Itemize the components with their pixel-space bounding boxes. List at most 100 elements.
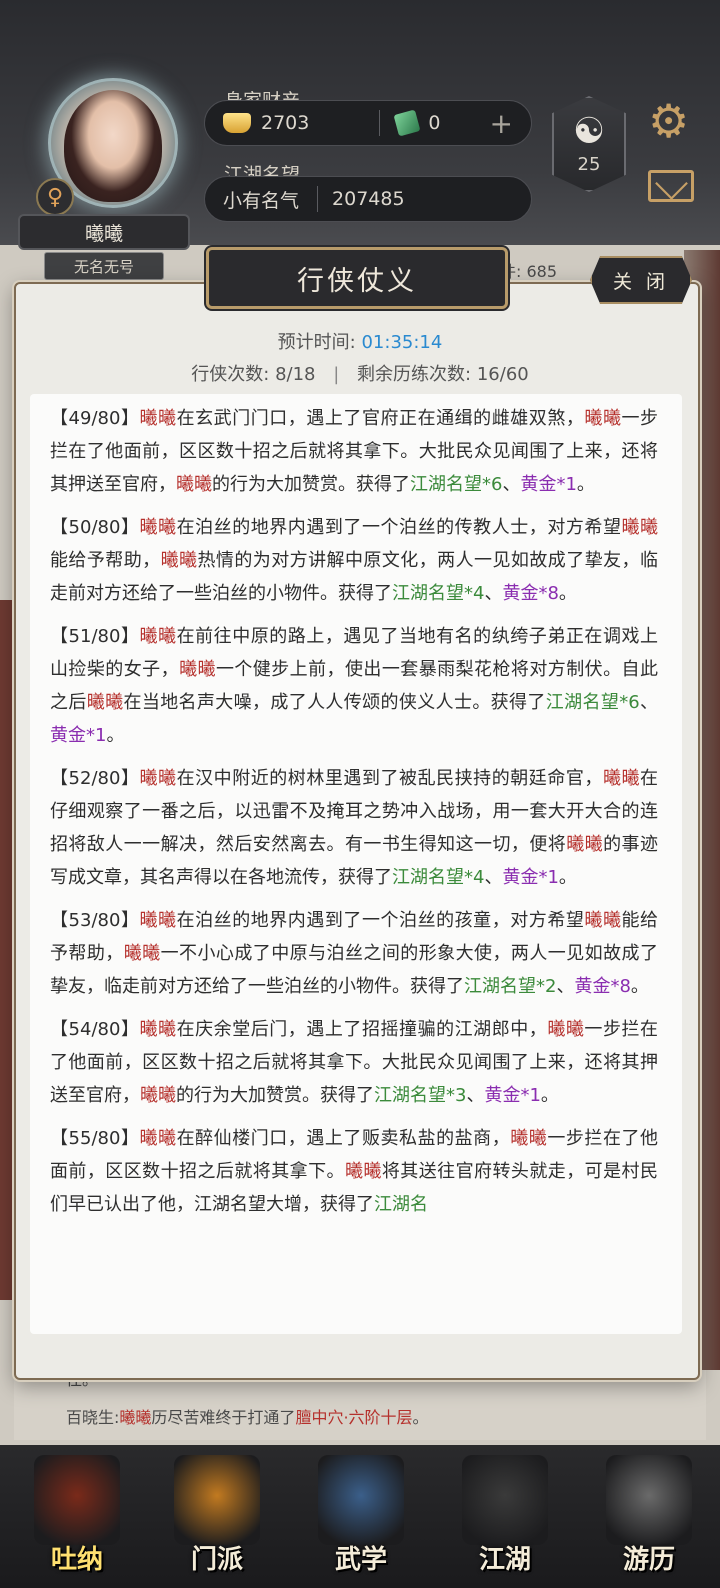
character-name-highlight: 曦曦 <box>139 1128 177 1149</box>
reputation-reward: 江湖名望*6 <box>410 474 503 495</box>
log-text: 。 <box>106 725 125 746</box>
character-name-highlight: 曦曦 <box>176 474 212 495</box>
gold-reward: 黄金*1 <box>520 474 577 495</box>
log-text: 【54/80】 <box>50 1019 140 1040</box>
estimated-time-row: 预计时间: 01:35:14 <box>0 328 720 354</box>
log-entry: 【54/80】曦曦在庆余堂后门，遇上了招摇撞骗的江湖郎中，曦曦一步拦在了他面前，… <box>50 1013 658 1112</box>
log-text: 历尽苦难终于打通了 <box>151 1408 296 1427</box>
xiaxia-count-label: 行侠次数: <box>191 364 270 385</box>
log-text: 在泊丝的地界内遇到了一个泊丝的孩童，对方希望 <box>176 910 585 931</box>
log-text: 。 <box>558 583 577 604</box>
reputation-reward: 江湖名 <box>374 1194 428 1215</box>
log-entry: 【53/80】曦曦在泊丝的地界内遇到了一个泊丝的孩童，对方希望曦曦能给予帮助，曦… <box>50 904 658 1003</box>
log-text: 。 <box>412 1408 429 1427</box>
character-name-highlight: 曦曦 <box>584 910 622 931</box>
count-separator: | <box>333 364 340 385</box>
character-name-highlight: 曦曦 <box>547 1019 585 1040</box>
character-name-highlight: 曦曦 <box>139 517 177 538</box>
gear-icon[interactable]: ⚙ <box>648 98 689 144</box>
log-text: 在当地名声大噪，成了人人传颂的侠义人士。获得了 <box>123 692 546 713</box>
log-entry: 【52/80】曦曦在汉中附近的树林里遇到了被乱民挟持的朝廷命官，曦曦在仔细观察了… <box>50 762 658 894</box>
log-text: 【52/80】 <box>50 768 140 789</box>
count-row: 行侠次数: 8/18 | 剩余历练次数: 16/60 <box>0 360 720 386</box>
character-name-highlight: 曦曦 <box>345 1161 382 1182</box>
log-text: 在玄武门门口，遇上了官府正在通缉的雌雄双煞， <box>176 408 585 429</box>
estimated-time-label: 预计时间: <box>277 332 356 353</box>
character-name-highlight: 曦曦 <box>86 692 124 713</box>
reputation-value: 207485 <box>332 188 405 210</box>
character-name-highlight: 曦曦 <box>160 550 198 571</box>
character-name-highlight: 曦曦 <box>510 1128 548 1149</box>
remaining-label: 剩余历练次数: <box>357 364 472 385</box>
log-text: 、 <box>484 867 503 888</box>
nav-label: 武学 <box>334 1545 387 1575</box>
reputation-reward: 江湖名望*6 <box>545 692 640 713</box>
event-log-list[interactable]: 【49/80】曦曦在玄武门门口，遇上了官府正在通缉的雌雄双煞，曦曦一步拦在了他面… <box>30 394 682 1334</box>
log-text: 、 <box>484 583 503 604</box>
log-text: 的行为大加赞赏。获得了 <box>212 474 410 495</box>
divider <box>317 186 319 212</box>
reputation-reward: 江湖名望*3 <box>374 1085 467 1106</box>
character-name-highlight: 曦曦 <box>139 1019 177 1040</box>
character-portrait <box>64 90 162 202</box>
log-text: 。 <box>558 867 577 888</box>
character-name-highlight: 曦曦 <box>140 1085 176 1106</box>
gold-ingot-icon <box>223 113 251 133</box>
log-text: 【49/80】 <box>50 408 140 429</box>
log-text: 在泊丝的地界内遇到了一个泊丝的传教人士，对方希望 <box>176 517 622 538</box>
log-text: 【50/80】 <box>50 517 140 538</box>
character-name-highlight: 曦曦 <box>123 943 161 964</box>
nav-item-4[interactable]: 江湖 <box>450 1455 560 1583</box>
reputation-bar: 小有名气 207485 <box>204 176 532 222</box>
yin-yang-icon: ☯ <box>572 110 606 152</box>
gold-reward: 黄金*1 <box>484 1085 541 1106</box>
log-entry: 【50/80】曦曦在泊丝的地界内遇到了一个泊丝的传教人士，对方希望曦曦能给予帮助… <box>50 511 658 610</box>
character-name-highlight: 曦曦 <box>139 408 177 429</box>
horse-icon <box>606 1455 692 1545</box>
wealth-bar: 2703 0 + <box>204 100 532 146</box>
character-name-highlight: 曦曦 <box>179 659 216 680</box>
gold-reward: 黄金*8 <box>574 976 631 997</box>
log-text: 的行为大加赞赏。获得了 <box>176 1085 374 1106</box>
gold-reward: 黄金*1 <box>502 867 559 888</box>
log-text: 【53/80】 <box>50 910 140 931</box>
estimated-time-value: 01:35:14 <box>361 332 443 353</box>
close-button[interactable]: 关 闭 <box>590 256 692 304</box>
background-panel-edge <box>0 600 14 1300</box>
log-character-name: 曦曦 <box>119 1408 152 1427</box>
modal-title: 行侠仗义 <box>206 247 508 309</box>
jianghu-hat-icon <box>462 1455 548 1545</box>
divider <box>379 110 381 136</box>
reputation-reward: 江湖名望*2 <box>464 976 557 997</box>
level-badge[interactable]: ☯ 25 <box>552 96 626 192</box>
female-gender-icon: ♀ <box>36 178 74 216</box>
avatar[interactable]: ♀ <box>18 78 198 228</box>
nav-item-3[interactable]: 武学 <box>306 1455 416 1583</box>
reputation-reward: 江湖名望*4 <box>392 583 485 604</box>
character-name-highlight: 曦曦 <box>621 517 659 538</box>
nav-item-5[interactable]: 游历 <box>594 1455 704 1583</box>
nav-label: 游历 <box>622 1545 675 1575</box>
log-text: 【51/80】 <box>50 626 140 647</box>
gold-amount: 2703 <box>261 112 310 134</box>
tuna-icon <box>34 1455 120 1545</box>
nav-label: 吐纳 <box>50 1545 103 1575</box>
nav-label: 门派 <box>190 1545 243 1575</box>
gold-reward: 黄金*1 <box>50 725 107 746</box>
log-prefix: 百晓生: <box>66 1408 120 1427</box>
background-event-log: 往。 百晓生:曦曦历尽苦难终于打通了膻中穴·六阶十层。 <box>14 1370 706 1440</box>
mail-icon[interactable] <box>648 170 694 202</box>
log-text: 在汉中附近的树林里遇到了被乱民挟持的朝廷命官， <box>176 768 603 789</box>
log-text: 在庆余堂后门，遇上了招摇撞骗的江湖郎中， <box>176 1019 548 1040</box>
character-name-highlight: 曦曦 <box>139 768 177 789</box>
character-name-highlight: 曦曦 <box>584 408 622 429</box>
gold-reward: 黄金*8 <box>502 583 559 604</box>
background-stat-peek: 件: 685 <box>500 262 558 281</box>
nav-item-2[interactable]: 门派 <box>162 1455 272 1583</box>
log-entry: 【55/80】曦曦在醉仙楼门口，遇上了贩卖私盐的盐商，曦曦一步拦在了他面前，区区… <box>50 1122 658 1221</box>
character-name-highlight: 曦曦 <box>566 834 604 855</box>
add-currency-button[interactable]: + <box>490 107 513 140</box>
reputation-rank: 小有名气 <box>223 189 300 212</box>
nav-item-1[interactable]: 吐纳 <box>22 1455 132 1583</box>
character-title: 无名无号 <box>44 252 164 280</box>
